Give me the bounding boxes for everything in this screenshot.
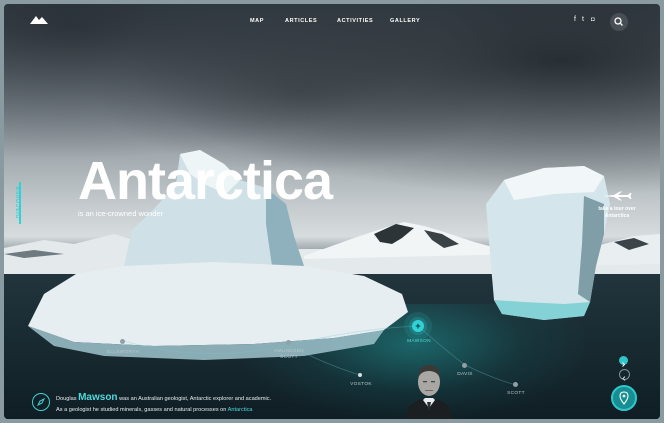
scroll-up-button[interactable] xyxy=(619,356,628,367)
plus-icon: + xyxy=(412,320,424,332)
mawson-portrait xyxy=(399,356,459,419)
scroll-down-button[interactable] xyxy=(619,369,630,381)
chevron-right-icon xyxy=(622,362,626,367)
station-dot xyxy=(358,373,362,377)
station-label-vostok: VOSTOK xyxy=(350,382,372,387)
bio-text: Douglas Mawson was an Australian geologi… xyxy=(56,391,316,414)
station-map-lines xyxy=(123,312,517,386)
station-dot xyxy=(120,339,125,344)
chevron-left-icon xyxy=(622,376,626,381)
station-label-amundsen-scott: AMUNDSEN SCOTT xyxy=(274,349,304,360)
station-dot xyxy=(462,363,467,368)
hero-frame: MAP ARTICLES ACTIVITIES GALLERY f t ◘ DI… xyxy=(4,4,660,419)
bio-line1: was an Australian geologist, Antarctic e… xyxy=(119,396,272,402)
bio-line2: As a geologist he studied minerals, gass… xyxy=(56,406,227,413)
station-dot xyxy=(286,340,291,345)
station-dot xyxy=(513,382,518,387)
station-label-mawson: MAWSON xyxy=(407,339,431,344)
bio-antarctica-link[interactable]: Antarctica xyxy=(228,407,253,413)
compass-icon[interactable] xyxy=(32,393,50,411)
station-label-scott: SCOTT xyxy=(507,391,525,396)
location-pin-icon xyxy=(619,391,629,405)
bio-last-name: Mawson xyxy=(78,392,118,403)
station-label-ellsworth: ELLSWORTH xyxy=(106,350,140,355)
location-button[interactable] xyxy=(611,385,637,411)
bio-first-name: Douglas xyxy=(56,396,77,402)
